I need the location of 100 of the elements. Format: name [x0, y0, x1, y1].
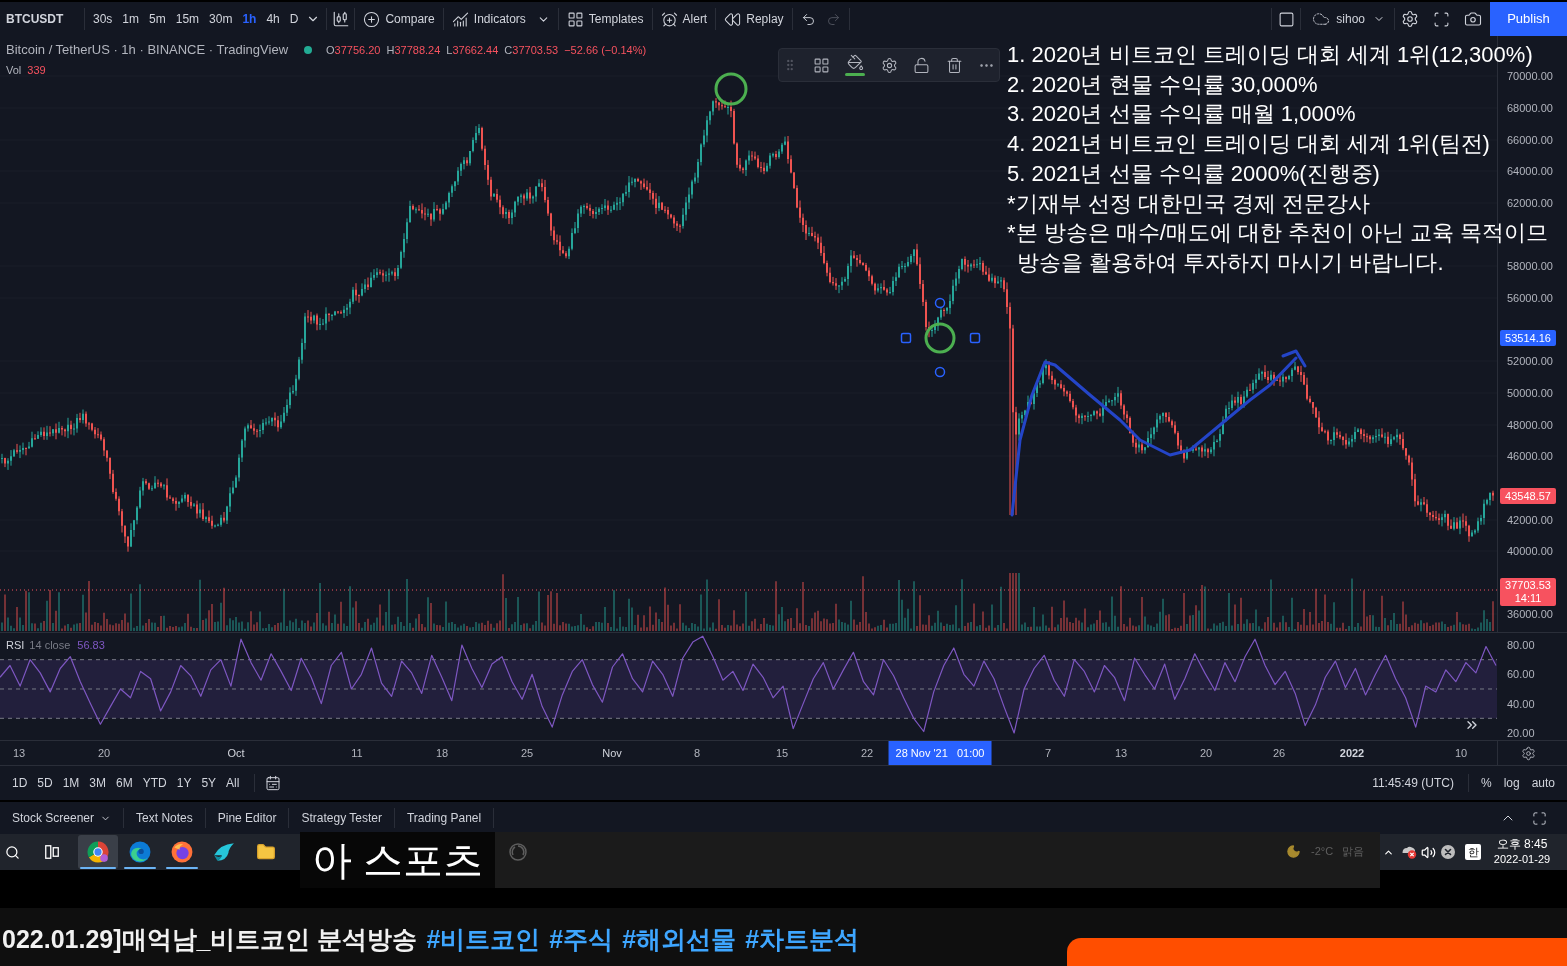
selection-handle[interactable] [969, 332, 981, 344]
range-button[interactable]: 1M [57, 774, 85, 792]
rsi-axis-label: 40.00 [1507, 696, 1535, 711]
symbol-button[interactable]: BTCUSDT [0, 2, 84, 36]
interval-button[interactable]: 30m [204, 10, 238, 28]
interval-button[interactable]: 4h [261, 10, 285, 28]
hashtag-link[interactable]: #주식 [549, 925, 614, 954]
calendar-icon[interactable] [265, 775, 282, 791]
hashtag-link[interactable]: #차트분석 [745, 925, 860, 954]
price-change: −52.66 (−0.14%) [564, 43, 647, 57]
rsi-axis-label: 60.00 [1507, 667, 1535, 682]
overlay-text-line: 5. 2021년 선물 수익률 2000%(진행중) [1007, 159, 1380, 188]
indicator-name: RSI [6, 639, 25, 652]
running-indicator [124, 867, 156, 869]
weather-temperature: -2°C [1311, 844, 1334, 858]
selection-handle[interactable] [900, 332, 912, 344]
interval-button[interactable]: 5m [144, 10, 171, 28]
ohlc-value: O37756.20 [326, 43, 381, 57]
range-button[interactable]: 6M [111, 774, 138, 792]
fullscreen-icon[interactable] [1433, 10, 1450, 28]
interval-button[interactable]: D [284, 10, 304, 28]
camera-icon[interactable] [1464, 10, 1482, 28]
toolbar-button[interactable]: Replay [716, 2, 792, 36]
scale-button[interactable]: log [1497, 774, 1526, 792]
overlay-text-line: 4. 2021년 비트코인 트레이딩 대회 세계 1위(팀전) [1007, 130, 1490, 159]
countdown-timer: 14:11 [1514, 592, 1542, 605]
circle-marker[interactable] [714, 72, 748, 106]
circle-marker[interactable] [924, 322, 956, 354]
paint-bucket-icon[interactable] [846, 54, 864, 71]
panel-tab[interactable]: Stock Screener [0, 802, 124, 834]
square-icon[interactable] [1277, 10, 1295, 28]
grid-icon[interactable] [812, 56, 830, 74]
search-icon[interactable] [4, 844, 20, 860]
alarm-clock-icon [660, 10, 678, 28]
selection-handle[interactable] [934, 297, 946, 309]
panel-tab[interactable]: Trading Panel [394, 802, 494, 834]
video-title: 022.01.29]매억남_비트코인 분석방송 [2, 925, 418, 954]
panel-tab[interactable]: Strategy Tester [289, 802, 394, 834]
clock-time: 오후 8:45 [1496, 837, 1548, 852]
scale-button[interactable]: auto [1525, 774, 1561, 792]
candlestick-icon[interactable] [331, 10, 350, 28]
time-label: 25 [520, 745, 534, 761]
range-button[interactable]: YTD [137, 774, 172, 792]
range-button[interactable]: 1D [7, 774, 33, 792]
price-label: 42000.00 [1507, 514, 1553, 526]
trend-arrow[interactable] [1010, 349, 1307, 517]
toolbar-button[interactable]: Alert [652, 2, 716, 36]
time-label: 8 [693, 745, 701, 761]
scale-button[interactable]: % [1474, 774, 1498, 792]
settings-icon[interactable] [1401, 10, 1419, 28]
ime-indicator[interactable]: 한 [1465, 844, 1481, 860]
selection-handle[interactable] [934, 366, 946, 378]
time-label: 20 [1199, 745, 1213, 761]
network-error-icon[interactable] [1401, 845, 1417, 859]
time-label: Nov [602, 745, 622, 761]
task-view-icon[interactable] [45, 845, 59, 859]
interval-button[interactable]: 1h [237, 10, 262, 28]
trash-icon[interactable] [945, 56, 963, 74]
price-label: 40000.00 [1507, 545, 1553, 557]
toolbar-button[interactable]: Indicators [443, 2, 558, 36]
range-button[interactable]: 5Y [196, 774, 222, 792]
indicator-value: 56.83 [77, 639, 105, 652]
volume-value: Vol 339 [6, 63, 46, 77]
hashtag-link[interactable]: #해외선물 [622, 925, 737, 954]
maximize-icon[interactable] [1532, 810, 1547, 826]
ohlc-value: L37662.44 [446, 43, 499, 57]
overlay-text-line: 1. 2020년 비트코인 트레이딩 대회 세계 1위(12,300%) [1007, 41, 1533, 69]
speaker-icon[interactable] [1421, 844, 1436, 860]
circle-app-icon[interactable] [509, 843, 527, 861]
publish-button[interactable]: Publish [1490, 2, 1567, 36]
range-button[interactable]: All [221, 774, 245, 792]
rsi-axis-label: 80.00 [1507, 638, 1535, 652]
hashtag-link[interactable]: #비트코인 [426, 925, 541, 954]
price-label: 70000.00 [1507, 70, 1553, 82]
range-button[interactable]: 5D [32, 774, 58, 792]
price-label: 50000.00 [1507, 387, 1553, 399]
interval-button[interactable]: 1m [117, 10, 145, 28]
lock-open-icon[interactable] [913, 56, 930, 74]
chart-icon [451, 10, 469, 28]
toolbar-button[interactable]: Templates [558, 2, 652, 36]
panel-tab[interactable]: Pine Editor [205, 802, 289, 834]
overlay-text-line: *본 방송은 매수/매도에 대한 추천이 아닌 교육 목적이므 [1007, 219, 1549, 248]
panel-tab[interactable]: Text Notes [124, 802, 205, 834]
interval-button[interactable]: 15m [170, 10, 205, 28]
range-button[interactable]: 3M [84, 774, 112, 792]
interval-button[interactable]: 30s [88, 10, 118, 28]
running-indicator [166, 867, 198, 869]
toolbar-button[interactable]: Compare [355, 2, 443, 36]
range-button[interactable]: 1Y [171, 774, 197, 792]
moon-icon[interactable] [1286, 844, 1301, 859]
time-label: 20 [97, 745, 111, 761]
crosshair-time-label: 28 Nov '21 01:00 [888, 741, 992, 765]
settings-icon[interactable] [1521, 745, 1536, 761]
close-circle-icon[interactable] [1441, 845, 1455, 859]
price-label: 66000.00 [1507, 134, 1553, 146]
layout-button[interactable]: sihoo [1301, 2, 1394, 36]
undo-icon[interactable] [800, 11, 816, 27]
settings-icon[interactable] [880, 56, 898, 74]
taskbar-app[interactable] [78, 835, 118, 869]
price-label: 36000.00 [1507, 608, 1553, 620]
